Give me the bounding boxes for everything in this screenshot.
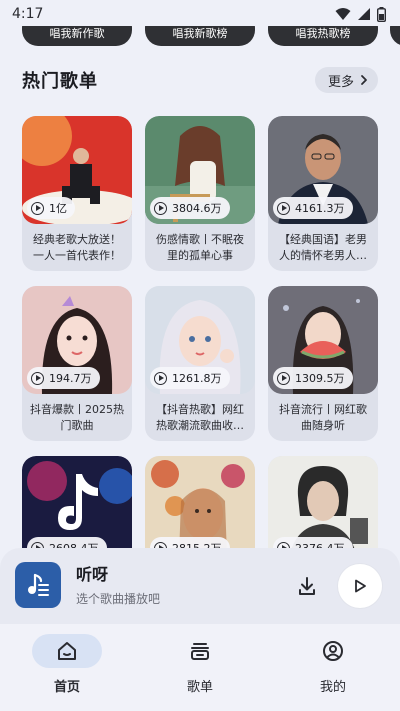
player-title: 听呀 — [76, 565, 109, 584]
play-count-badge: 4161.3万 — [273, 197, 353, 219]
play-count-icon — [31, 201, 44, 215]
play-count: 194.7万 — [49, 372, 92, 385]
play-count: 1亿 — [49, 202, 67, 215]
play-count: 1261.8万 — [172, 372, 222, 385]
playlist-card[interactable]: 194.7万 抖音爆款丨2025热门歌曲 — [22, 286, 132, 441]
top-chip[interactable]: 唱我新作歌 — [22, 26, 132, 46]
nav-playlists-label: 歌单 — [186, 680, 213, 695]
playlist-title: 【抖音热歌】网红热歌潮流歌曲收… — [156, 403, 244, 432]
playlist-icon — [191, 643, 209, 660]
more-button[interactable]: 更多 — [314, 67, 378, 93]
bottom-navigation: 首页 歌单 我的 — [0, 624, 400, 711]
play-count: 3804.6万 — [172, 202, 222, 215]
nav-playlists-pill — [165, 634, 235, 668]
chevron-right-icon — [361, 75, 367, 85]
nav-home-label: 首页 — [53, 680, 80, 695]
music-note-icon — [28, 573, 49, 596]
nav-playlists[interactable]: 歌单 — [155, 634, 245, 698]
signal-icon — [358, 8, 370, 20]
top-chip[interactable]: 唱我热歌榜 — [268, 26, 378, 46]
nav-home-pill — [32, 634, 102, 668]
playlist-cover: 1309.5万 — [268, 286, 378, 394]
play-count-badge: 1261.8万 — [150, 367, 230, 389]
status-time: 4:17 — [12, 6, 44, 22]
playlist-cover: 3804.6万 — [145, 116, 255, 224]
mini-player[interactable]: 听呀 选个歌曲播放吧 — [0, 548, 400, 624]
playlist-title: 经典老歌大放送！一人一首代表作！ — [33, 233, 121, 262]
nav-home[interactable]: 首页 — [22, 634, 112, 698]
playlist-cover: 4161.3万 — [268, 116, 378, 224]
nav-profile-pill — [298, 634, 368, 668]
top-chip-partial[interactable] — [390, 26, 400, 46]
playlist-cover: 1261.8万 — [145, 286, 255, 394]
status-icons — [335, 6, 386, 22]
play-icon — [355, 579, 366, 593]
playlist-title: 抖音爆款丨2025热门歌曲 — [30, 403, 124, 432]
player-artwork — [15, 562, 61, 608]
play-button[interactable] — [338, 564, 382, 608]
download-button[interactable] — [293, 572, 321, 600]
play-count-icon — [31, 371, 44, 385]
home-icon — [58, 642, 76, 660]
play-count-badge: 194.7万 — [27, 367, 100, 389]
playlist-card[interactable]: 1261.8万 【抖音热歌】网红热歌潮流歌曲收… — [145, 286, 255, 441]
nav-profile[interactable]: 我的 — [288, 634, 378, 698]
play-count-icon — [154, 371, 167, 385]
profile-icon — [323, 641, 343, 661]
top-chip-row: 唱我新作歌 唱我新歌榜 唱我热歌榜 — [0, 26, 400, 48]
playlist-title: 抖音流行丨网红歌曲随身听 — [279, 403, 367, 432]
playlist-cover: 1亿 — [22, 116, 132, 224]
more-label: 更多 — [327, 74, 354, 90]
playlist-title: 伤感情歌丨不眠夜里的孤单心事 — [156, 233, 244, 262]
play-count-icon — [277, 371, 290, 385]
play-count-icon — [277, 201, 290, 215]
playlist-card[interactable]: 3804.6万 伤感情歌丨不眠夜里的孤单心事 — [145, 116, 255, 271]
battery-icon — [377, 6, 386, 22]
play-count-icon — [154, 201, 167, 215]
playlist-card[interactable]: 1309.5万 抖音流行丨网红歌曲随身听 — [268, 286, 378, 441]
top-chip[interactable]: 唱我新歌榜 — [145, 26, 255, 46]
wifi-icon — [335, 8, 351, 20]
hot-playlists-header: 热门歌单 更多 — [22, 64, 378, 96]
nav-profile-label: 我的 — [319, 680, 346, 695]
download-icon — [299, 577, 315, 595]
status-bar: 4:17 — [0, 0, 400, 28]
playlist-cover: 194.7万 — [22, 286, 132, 394]
playlist-card[interactable]: 1亿 经典老歌大放送！一人一首代表作！ — [22, 116, 132, 271]
play-count: 4161.3万 — [295, 202, 345, 215]
play-count-badge: 1亿 — [27, 197, 75, 219]
section-title: 热门歌单 — [22, 71, 98, 92]
playlist-title: 【经典国语】老男人的情怀老男人… — [279, 233, 367, 262]
play-count-badge: 3804.6万 — [150, 197, 230, 219]
play-count: 1309.5万 — [295, 372, 345, 385]
player-subtitle: 选个歌曲播放吧 — [76, 592, 161, 606]
playlist-card[interactable]: 4161.3万 【经典国语】老男人的情怀老男人… — [268, 116, 378, 271]
play-count-badge: 1309.5万 — [273, 367, 353, 389]
